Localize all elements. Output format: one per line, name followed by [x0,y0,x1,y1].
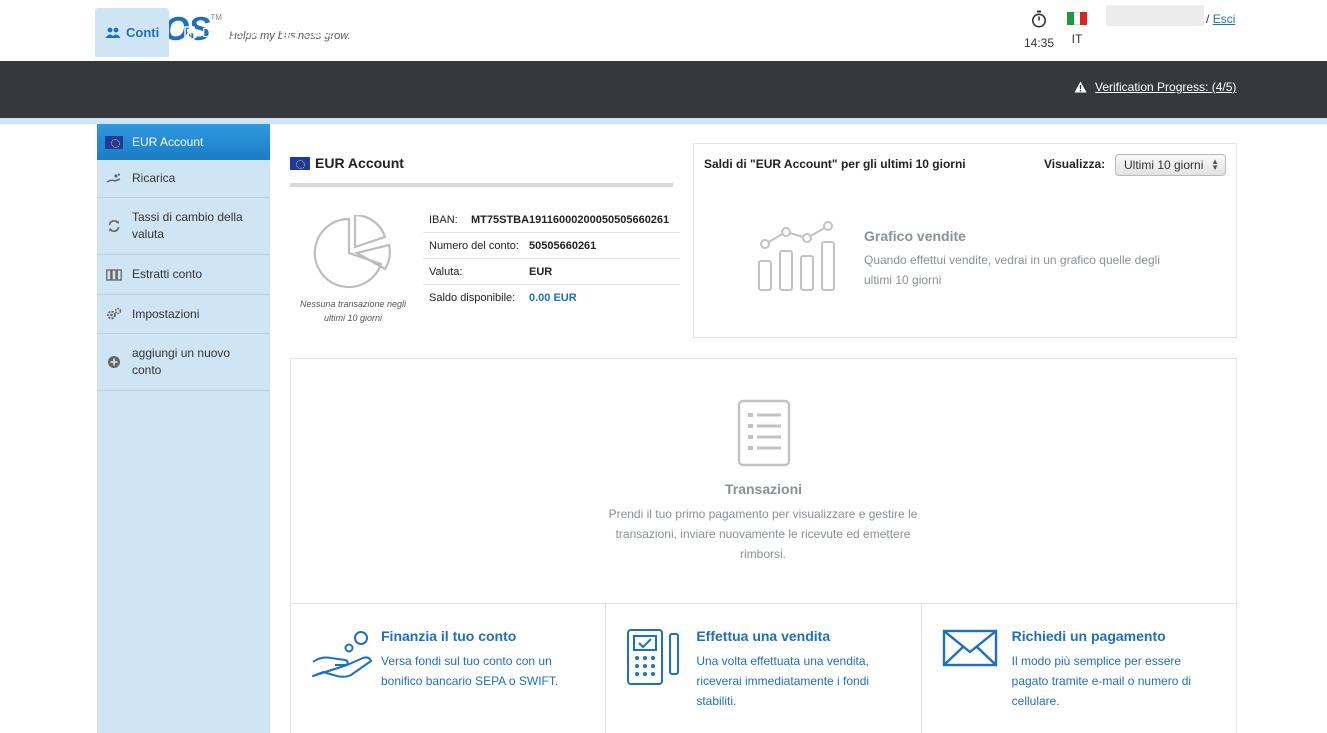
sidebar: EUR Account Ricarica Tassi di cambio del… [97,124,270,733]
info-key: IBAN: [429,213,458,226]
nav-servizi-esercente[interactable]: Servizi Esercente [574,8,715,57]
sales-chart-icon [758,221,835,291]
chart-heading: Saldi di "EUR Account" per gli ultimi 10… [704,157,966,171]
transactions-list-icon [737,399,791,467]
period-select[interactable]: Ultimi 10 giorni ▲ ▼ [1115,154,1226,176]
logout-area: / Esci [1206,12,1235,26]
sidebar-item-label: aggiungi un nuovo conto [132,346,231,377]
info-row-iban: IBAN: MT75STBA19116000200050505660261 [423,207,680,233]
hand-coins-icon [312,631,372,678]
card-icon [282,26,298,39]
sidebar-item-label: Tassi di cambio della valuta [132,210,243,241]
pie-chart-icon [313,215,391,289]
sidebar-item-label: Ricarica [132,171,176,185]
nav-profilo[interactable]: Profilo [716,8,790,57]
select-arrows-icon: ▲ ▼ [1211,157,1219,172]
card-desc: Il modo più semplice per essere pagato t… [1011,654,1192,708]
card-title: Richiedi un pagamento [1011,628,1166,644]
session-time: 14:35 [1023,36,1055,50]
chart-empty-desc: Quando effettui vendite, vedrai in un gr… [864,253,1160,287]
envelope-icon [942,629,997,667]
info-key: Numero del conto: [429,239,519,252]
sidebar-item-ricarica[interactable]: Ricarica [97,160,270,198]
period-select-value: Ultimi 10 giorni [1124,158,1204,172]
account-number-value: 50505660261 [529,239,597,252]
verification-progress-text: Verification Progress: (4/5) [1095,80,1237,94]
eu-flag-icon [290,156,310,170]
nav-label: eCommerce [492,25,563,40]
profile-icon [726,25,738,39]
transactions-desc: Prendi il tuo primo pagamento per visual… [608,507,918,561]
nav-dispositivi[interactable]: Dispositivi [174,8,271,57]
info-row-balance: Saldo disponibile: 0.00 EUR [423,285,680,311]
stopwatch-icon [1032,10,1046,28]
account-title-text: EUR Account [315,155,404,171]
pos-device-icon [184,25,197,40]
nav-label: Profilo [743,25,780,40]
period-label: Visualizza: [1044,157,1106,171]
language-switcher[interactable]: IT [1066,12,1088,46]
transactions-title: Transazioni [724,481,803,497]
action-cards: Finanzia il tuo conto Versa fondi sul tu… [291,603,1236,733]
nav-label: Dispositivi [202,25,261,40]
card-desc: Una volta effettuata una vendita, riceve… [696,654,870,708]
topup-icon [106,173,121,183]
sidebar-item-impostazioni[interactable]: Impostazioni [97,295,270,334]
card-desc: Versa fondi sul tuo conto con un bonific… [381,654,559,688]
bank-icon [359,26,373,40]
balance-value: 0.00 EUR [529,292,577,304]
nav-conti[interactable]: Conti [95,8,170,57]
balance-chart-panel: Saldi di "EUR Account" per gli ultimi 10… [693,143,1237,338]
iban-value: MT75STBA19116000200050505660261 [471,213,670,226]
nav-label: Conti [126,25,160,40]
account-title-divider [290,183,673,187]
info-row-currency: Valuta: EUR [423,259,680,285]
settings-icon [107,307,122,320]
card-request-payment[interactable]: Richiedi un pagamento Il modo più sempli… [922,604,1236,733]
nav-ecommerce[interactable]: eCommerce [462,8,573,57]
italy-flag-icon [1067,12,1088,25]
pos-terminal-icon [627,629,680,685]
store-icon [584,26,599,40]
add-icon [108,356,120,368]
sidebar-item-tassi-di-cambio[interactable]: Tassi di cambio della valuta [97,198,270,255]
warning-icon [1074,81,1087,93]
monitor-icon [472,26,487,39]
nav-label: Trasferimenti [378,25,454,40]
nav-label: Carte [303,25,335,40]
sidebar-item-aggiungi-conto[interactable]: aggiungi un nuovo conto [97,334,270,391]
transactions-panel: Transazioni Prendi il tuo primo pagament… [290,358,1237,733]
info-row-account-number: Numero del conto: 50505660261 [423,233,680,259]
sidebar-item-label: EUR Account [132,134,204,149]
sidebar-item-eur-account[interactable]: EUR Account [97,124,270,160]
nav-carte[interactable]: Carte [272,8,345,57]
card-fund-account[interactable]: Finanzia il tuo conto Versa fondi sul tu… [291,604,607,733]
user-name-redacted [1106,5,1204,26]
chart-empty-title: Grafico vendite [864,228,966,244]
sidebar-item-label: Estratti conto [132,267,203,281]
exchange-icon [108,220,120,232]
sidebar-item-label: Impostazioni [132,306,200,321]
eu-flag-icon [105,135,123,149]
statement-icon [106,268,122,281]
language-code: IT [1071,32,1083,46]
users-icon [105,27,121,38]
card-title: Finanzia il tuo conto [381,628,517,644]
no-transactions-caption: Nessuna transazione negli ultimi 10 gior… [299,299,407,323]
logout-separator: / [1206,12,1210,26]
no-transactions-chart: Nessuna transazione negli ultimi 10 gior… [292,215,414,325]
account-info-table: IBAN: MT75STBA19116000200050505660261 Nu… [423,207,680,311]
info-key: Valuta: [429,265,463,278]
card-title: Effettua una vendita [696,628,831,644]
info-key: Saldo disponibile: [429,292,516,304]
verification-progress-link[interactable]: Verification Progress: (4/5) [1074,80,1236,94]
currency-value: EUR [529,265,553,278]
account-title: EUR Account [290,155,404,171]
nav-label: Servizi Esercente [604,25,706,40]
sidebar-item-estratti-conto[interactable]: Estratti conto [97,255,270,295]
card-make-sale[interactable]: Effettua una vendita Una volta effettuat… [606,604,922,733]
nav-trasferimenti[interactable]: Trasferimenti [349,8,463,57]
logout-link[interactable]: Esci [1213,12,1236,26]
session-timer: 14:35 [1022,10,1056,50]
